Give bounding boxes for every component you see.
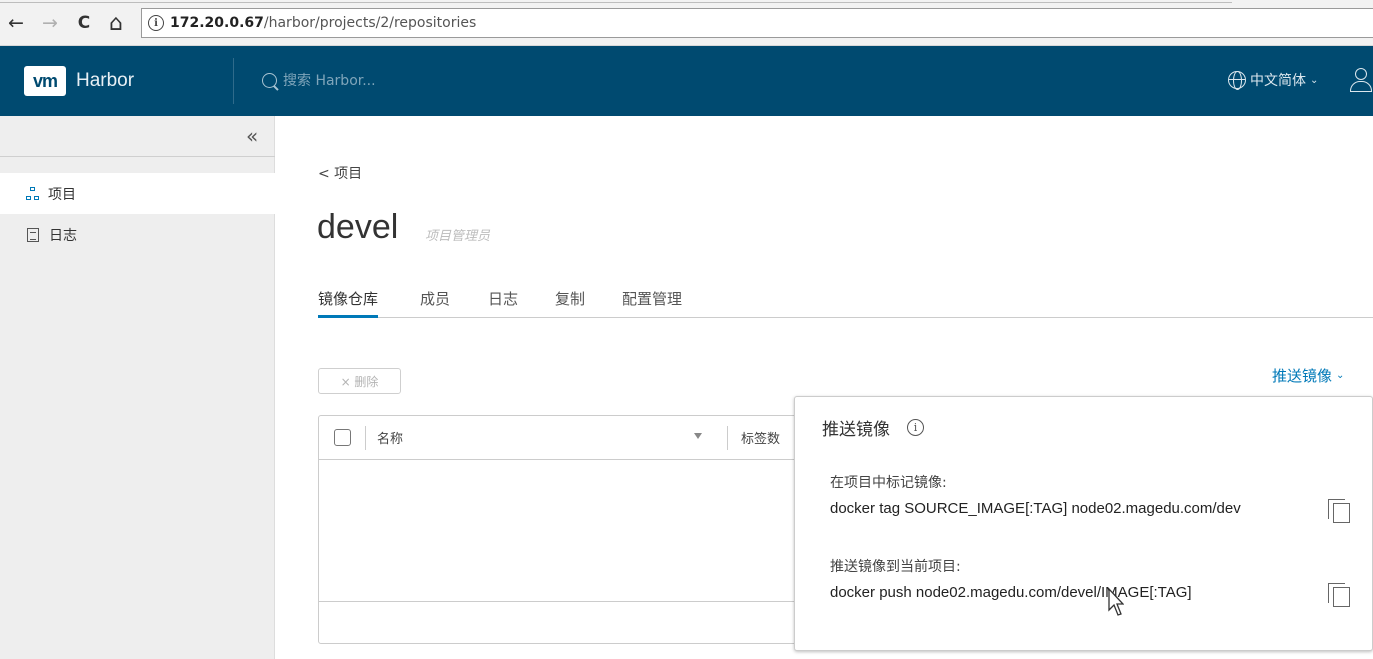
push-image-dropdown[interactable]: 推送镜像 ⌄ <box>1272 365 1344 386</box>
tab-configuration[interactable]: 配置管理 <box>622 288 682 318</box>
push-image-label: 推送镜像 <box>1272 367 1333 385</box>
site-info-icon[interactable]: i <box>148 15 164 31</box>
reload-icon[interactable]: C <box>72 11 96 35</box>
filter-icon[interactable] <box>694 433 702 439</box>
copy-icon[interactable] <box>1328 499 1350 523</box>
tag-command-label: 在项目中标记镜像: <box>830 475 947 491</box>
sidebar-divider <box>0 156 275 157</box>
header-divider <box>233 58 234 104</box>
push-command-label: 推送镜像到当前项目: <box>830 559 961 575</box>
tag-command[interactable]: docker tag SOURCE_IMAGE[:TAG] node02.mag… <box>830 500 1241 517</box>
app-header: vm Harbor 搜索 Harbor... 中文简体 ⌄ <box>0 46 1373 116</box>
tab-replication[interactable]: 复制 <box>555 288 585 318</box>
tab-strip <box>0 0 1232 3</box>
log-icon <box>27 227 39 242</box>
tab-members[interactable]: 成员 <box>420 288 450 318</box>
grid-header: 名称 标签数 <box>319 416 837 460</box>
column-divider <box>365 426 366 450</box>
sidebar-item-logs[interactable]: 日志 <box>0 214 275 255</box>
collapse-sidebar-icon[interactable]: « <box>246 124 258 148</box>
url-path: /harbor/projects/2/repositories <box>263 15 477 31</box>
language-selector[interactable]: 中文简体 ⌄ <box>1228 70 1318 90</box>
delete-button[interactable]: × 删除 <box>318 368 401 394</box>
brand-link[interactable]: vm Harbor <box>24 66 134 96</box>
mouse-cursor-icon <box>1108 588 1124 616</box>
language-label: 中文简体 <box>1250 73 1306 89</box>
vmware-logo: vm <box>24 66 66 96</box>
push-image-popover: 推送镜像 i 在项目中标记镜像: docker tag SOURCE_IMAGE… <box>794 396 1373 651</box>
column-divider <box>727 426 728 450</box>
copy-icon[interactable] <box>1328 583 1350 607</box>
search-placeholder: 搜索 Harbor... <box>283 73 376 89</box>
sidebar-item-label: 项目 <box>48 186 76 203</box>
globe-icon <box>1228 71 1246 90</box>
chevron-down-icon: ⌄ <box>1310 74 1319 86</box>
back-icon[interactable]: ← <box>4 11 28 35</box>
project-tabs: 镜像仓库 成员 日志 复制 配置管理 <box>318 288 1373 318</box>
info-icon[interactable]: i <box>907 419 924 436</box>
url-host: 172.20.0.67 <box>170 15 264 31</box>
address-bar[interactable]: i 172.20.0.67/harbor/projects/2/reposito… <box>141 8 1373 38</box>
user-icon[interactable] <box>1350 68 1373 94</box>
breadcrumb[interactable]: < 项目 <box>318 163 362 183</box>
search-icon <box>262 72 277 88</box>
chevron-down-icon: ⌄ <box>1336 370 1345 381</box>
tab-logs[interactable]: 日志 <box>488 288 518 318</box>
sidebar: « 项目 日志 <box>0 116 275 659</box>
role-label: 项目管理员 <box>425 229 491 244</box>
sidebar-item-projects[interactable]: 项目 <box>0 173 275 214</box>
forward-icon[interactable]: → <box>38 11 62 35</box>
brand-name: Harbor <box>76 70 135 91</box>
column-header-tag-count[interactable]: 标签数 <box>741 428 780 447</box>
project-icon <box>26 186 40 201</box>
select-all-checkbox[interactable] <box>334 429 351 446</box>
sidebar-item-label: 日志 <box>49 227 77 244</box>
column-header-name[interactable]: 名称 <box>377 428 403 447</box>
popover-title: 推送镜像 <box>822 420 890 440</box>
push-command[interactable]: docker push node02.magedu.com/devel/IMAG… <box>830 584 1192 601</box>
repository-grid: 名称 标签数 <box>318 415 838 644</box>
page-title: devel <box>317 208 399 246</box>
search-input[interactable]: 搜索 Harbor... <box>262 70 376 90</box>
home-icon[interactable]: ⌂ <box>104 11 128 36</box>
grid-footer <box>319 601 837 602</box>
tab-repositories[interactable]: 镜像仓库 <box>318 288 379 318</box>
browser-toolbar: ← → C ⌂ i 172.20.0.67/harbor/projects/2/… <box>0 0 1373 46</box>
